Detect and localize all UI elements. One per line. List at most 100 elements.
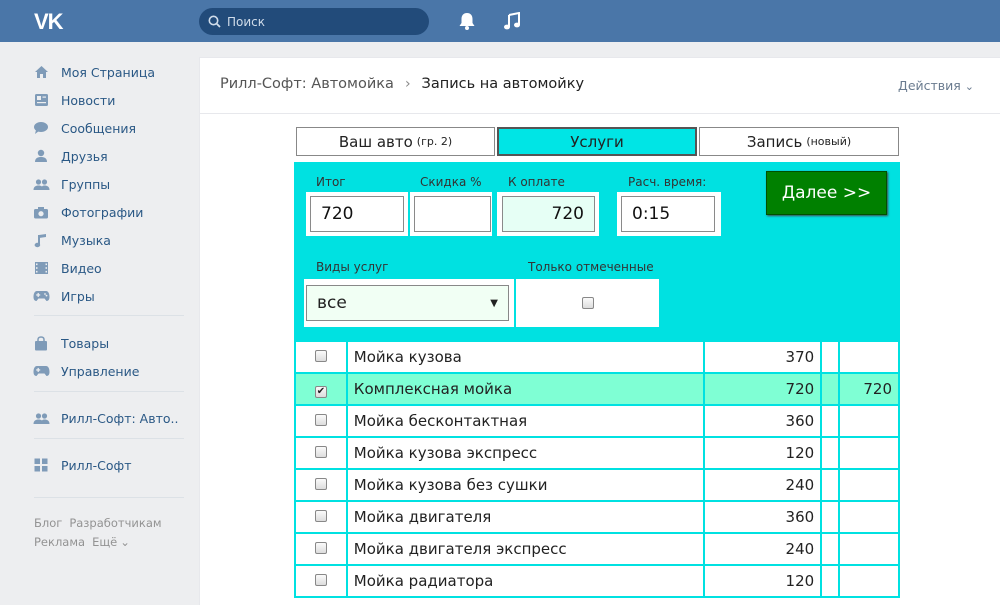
service-sum: 720: [838, 372, 900, 406]
sidebar-item-management[interactable]: Управление: [32, 359, 182, 383]
service-sum: [838, 500, 900, 534]
row-checkbox[interactable]: [314, 542, 327, 554]
sidebar-item-rill-soft[interactable]: Рилл-Софт: [32, 453, 182, 477]
sidebar-item-music[interactable]: Музыка: [32, 228, 182, 252]
table-row[interactable]: Мойка радиатора 120: [294, 564, 900, 598]
chevron-down-icon: ⌄: [964, 80, 974, 93]
tab-services[interactable]: Услуги: [497, 127, 697, 156]
search-box[interactable]: [199, 8, 429, 35]
left-sidebar: Моя Страница Новости Сообщения Друзья Гр…: [0, 42, 190, 605]
sidebar-item-groups[interactable]: Группы: [32, 172, 182, 196]
gamepad-icon: [32, 288, 50, 304]
row-checkbox-cell: [294, 436, 348, 470]
topay-field: 720: [502, 196, 595, 232]
checked-checkbox[interactable]: ✔: [314, 386, 327, 398]
total-field[interactable]: 720: [310, 196, 404, 232]
sidebar-item-label: Новости: [61, 92, 116, 108]
tab-suffix: (новый): [806, 135, 852, 148]
video-icon: [32, 260, 50, 276]
spacer-cell: [820, 372, 841, 406]
vk-logo[interactable]: VK: [34, 9, 68, 34]
table-row[interactable]: Мойка кузова экспресс 120: [294, 436, 900, 470]
footer-link-developers[interactable]: Разработчикам: [69, 516, 161, 530]
footer-link-ads[interactable]: Реклама: [34, 535, 85, 549]
camera-icon: [32, 204, 50, 220]
sidebar-divider: [34, 315, 184, 316]
search-input[interactable]: [227, 12, 422, 31]
discount-field[interactable]: [414, 196, 491, 232]
news-icon: [32, 92, 50, 108]
top-bar: VK: [0, 0, 1000, 42]
service-name: Мойка двигателя: [345, 500, 705, 534]
footer-link-more[interactable]: Ещё ⌄: [92, 535, 137, 549]
sidebar-item-games[interactable]: Игры: [32, 284, 182, 308]
sidebar-item-label: Фотографии: [61, 204, 144, 220]
sidebar-item-messages[interactable]: Сообщения: [32, 116, 182, 140]
service-price: 240: [702, 468, 823, 502]
bell-icon[interactable]: [458, 12, 476, 31]
table-row[interactable]: ✔ Комплексная мойка 720 720: [294, 372, 900, 406]
table-row[interactable]: Мойка кузова без сушки 240: [294, 468, 900, 502]
table-row[interactable]: Мойка двигателя 360: [294, 500, 900, 534]
service-sum: [838, 340, 900, 374]
footer-link-blog[interactable]: Блог: [34, 516, 62, 530]
main-panel: Рилл-Софт: Автомойка › Запись на автомой…: [199, 57, 1000, 605]
sidebar-item-photos[interactable]: Фотографии: [32, 200, 182, 224]
table-row[interactable]: Мойка кузова 370: [294, 340, 900, 374]
time-field: 0:15: [621, 196, 715, 232]
breadcrumb-parent[interactable]: Рилл-Софт: Автомойка: [220, 76, 394, 92]
service-type-value: все: [317, 293, 347, 313]
row-checkbox[interactable]: [314, 574, 327, 586]
row-checkbox[interactable]: [314, 414, 327, 426]
row-checkbox[interactable]: [314, 446, 327, 458]
friend-icon: [32, 148, 50, 164]
order-summary-panel: Итог 720 Скидка % К оплате 720 Расч. вре…: [294, 162, 900, 340]
sidebar-divider: [34, 438, 184, 439]
tab-booking[interactable]: Запись (новый): [699, 127, 899, 156]
sidebar-item-my-page[interactable]: Моя Страница: [32, 60, 182, 84]
tab-suffix: (гр. 2): [416, 135, 453, 148]
tab-label: Услуги: [570, 132, 624, 151]
spacer-cell: [820, 532, 841, 566]
music-note-icon[interactable]: [503, 12, 521, 31]
only-checked-box: [516, 279, 659, 327]
service-type-label: Виды услуг: [316, 260, 389, 274]
chevron-right-icon: ›: [404, 76, 411, 92]
sidebar-item-label: Сообщения: [61, 120, 137, 136]
service-sum: [838, 404, 900, 438]
sidebar-footer-links: Блог Разработчикам: [34, 516, 169, 530]
row-checkbox-cell: [294, 404, 348, 438]
tab-your-car[interactable]: Ваш авто (гр. 2): [296, 127, 495, 156]
time-label: Расч. время:: [628, 175, 707, 189]
tab-label: Ваш авто: [338, 132, 413, 151]
only-checked-checkbox[interactable]: [581, 297, 594, 309]
row-checkbox[interactable]: [314, 350, 327, 362]
sidebar-footer-links-2: Реклама Ещё ⌄: [34, 535, 144, 549]
bag-icon: [32, 335, 50, 351]
sidebar-item-label: Управление: [61, 363, 140, 379]
row-checkbox[interactable]: [314, 510, 327, 522]
table-row[interactable]: Мойка бесконтактная 360: [294, 404, 900, 438]
sidebar-item-label: Друзья: [61, 148, 108, 164]
groups-icon: [32, 176, 50, 192]
sidebar-item-news[interactable]: Новости: [32, 88, 182, 112]
service-price: 120: [702, 436, 823, 470]
row-checkbox-cell: [294, 500, 348, 534]
gamepad-icon: [32, 363, 50, 379]
service-price: 240: [702, 532, 823, 566]
service-sum: [838, 564, 900, 598]
next-button[interactable]: Далее >>: [766, 171, 887, 215]
row-checkbox[interactable]: [314, 478, 327, 490]
actions-menu[interactable]: Действия ⌄: [898, 78, 974, 93]
table-row[interactable]: Мойка двигателя экспресс 240: [294, 532, 900, 566]
service-name: Мойка кузова экспресс: [345, 436, 705, 470]
sidebar-item-goods[interactable]: Товары: [32, 331, 182, 355]
service-name: Мойка радиатора: [345, 564, 705, 598]
discount-label: Скидка %: [420, 175, 482, 189]
sidebar-item-video[interactable]: Видео: [32, 256, 182, 280]
service-name: Комплексная мойка: [345, 372, 705, 406]
sidebar-divider: [34, 497, 184, 498]
sidebar-item-friends[interactable]: Друзья: [32, 144, 182, 168]
sidebar-item-rill-soft-carwash[interactable]: Рилл-Софт: Авто..: [32, 406, 182, 430]
service-type-select[interactable]: все ▼: [306, 285, 509, 321]
